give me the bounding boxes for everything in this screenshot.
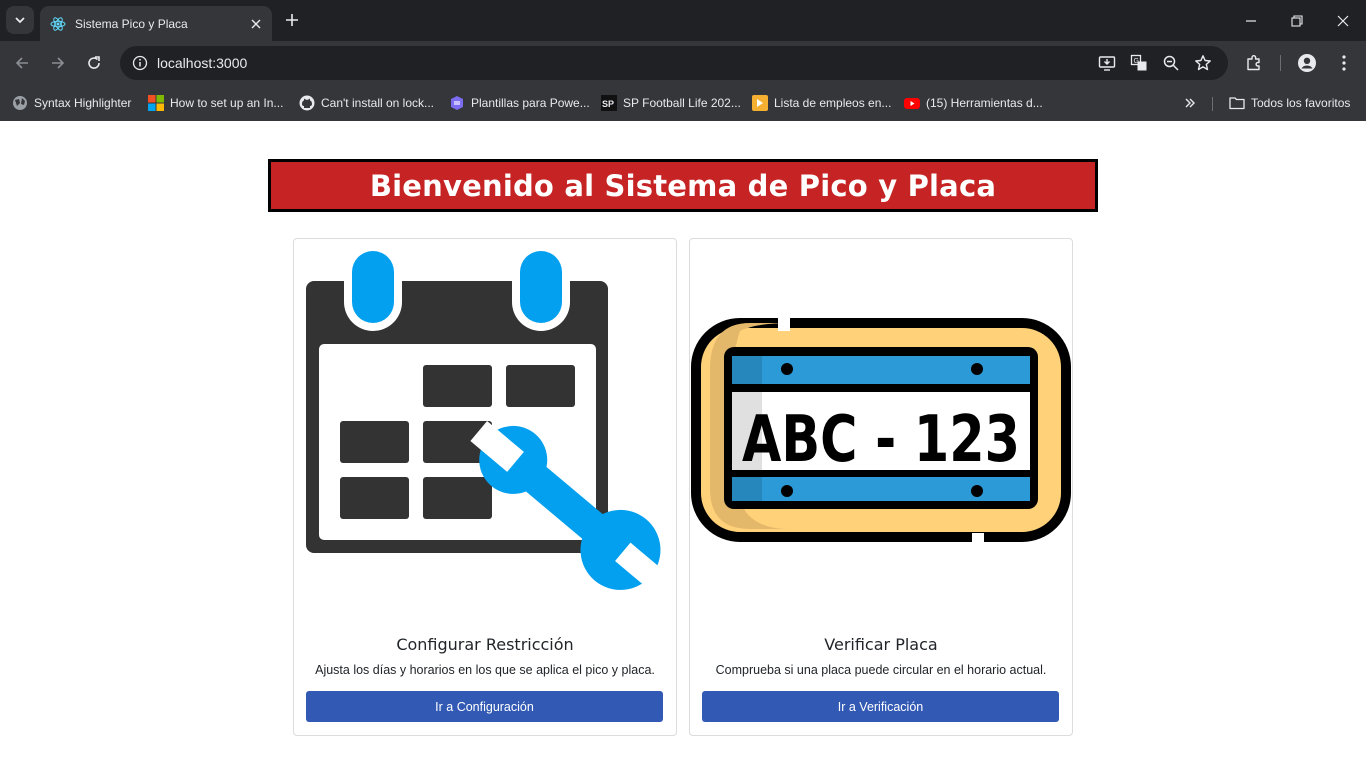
arrow-left-icon	[15, 57, 28, 69]
close-icon	[251, 19, 261, 28]
tab-title: Sistema Pico y Placa	[75, 16, 188, 31]
zoom-icon[interactable]	[1159, 51, 1183, 75]
config-card-title: Configurar Restricción	[396, 635, 574, 654]
jobs-icon	[752, 95, 768, 111]
youtube-icon	[904, 95, 920, 111]
bookmarks-bar: Syntax Highlighter How to set up an In..…	[0, 85, 1366, 121]
sp-icon: SP	[601, 95, 617, 111]
plus-icon	[286, 14, 298, 26]
bookmark-label: Plantillas para Powe...	[471, 96, 590, 110]
plate-text: ABC - 123	[742, 403, 1020, 477]
bookmark-label: (15) Herramientas d...	[926, 96, 1043, 110]
verify-card-description: Comprueba si una placa puede circular en…	[715, 663, 1047, 677]
bookmark-item[interactable]: SP SP Football Life 202...	[601, 91, 741, 115]
bookmark-item[interactable]: Can't install on lock...	[299, 91, 434, 115]
bookmark-star-icon[interactable]	[1191, 51, 1215, 75]
more-bookmarks-button[interactable]	[1178, 91, 1202, 115]
microsoft-icon	[148, 95, 164, 111]
arrow-right-icon	[52, 57, 65, 69]
browser-tab-bar: Sistema Pico y Placa	[0, 0, 1366, 41]
restore-button[interactable]	[1274, 0, 1320, 41]
welcome-banner: Bienvenido al Sistema de Pico y Placa	[268, 159, 1098, 212]
browser-toolbar: localhost:3000 G	[0, 41, 1366, 85]
svg-text:SP: SP	[602, 99, 614, 109]
folder-icon	[1229, 95, 1245, 111]
bookmark-label: SP Football Life 202...	[623, 96, 741, 110]
go-to-config-button[interactable]: Ir a Configuración	[306, 691, 663, 722]
bookmark-item[interactable]: Syntax Highlighter	[12, 91, 131, 115]
toolbar-divider	[1280, 55, 1281, 71]
minimize-icon	[1246, 19, 1256, 22]
tab-close-button[interactable]	[244, 12, 268, 36]
forward-button[interactable]	[44, 49, 72, 77]
calendar-wrench-icon	[306, 249, 668, 592]
back-button[interactable]	[8, 49, 36, 77]
install-app-icon[interactable]	[1095, 51, 1119, 75]
bookmark-item[interactable]: How to set up an In...	[148, 91, 283, 115]
new-tab-button[interactable]	[280, 8, 304, 32]
close-icon	[1337, 15, 1349, 26]
page-title: Bienvenido al Sistema de Pico y Placa	[369, 168, 997, 203]
translate-icon[interactable]: G	[1127, 51, 1151, 75]
page-content: Bienvenido al Sistema de Pico y Placa Co…	[0, 121, 1366, 768]
svg-text:G: G	[1134, 58, 1139, 65]
tab-search-button[interactable]	[6, 6, 34, 34]
active-tab[interactable]: Sistema Pico y Placa	[40, 6, 272, 41]
close-window-button[interactable]	[1320, 0, 1366, 41]
bookmarks-divider	[1212, 97, 1213, 111]
all-bookmarks-folder[interactable]: Todos los favoritos	[1229, 91, 1350, 115]
globe-icon	[12, 95, 28, 111]
bookmark-item[interactable]: (15) Herramientas d...	[904, 91, 1043, 115]
bookmark-label: Can't install on lock...	[321, 96, 435, 110]
reload-button[interactable]	[80, 49, 108, 77]
menu-kebab-icon[interactable]	[1330, 49, 1358, 77]
site-info-icon[interactable]	[128, 51, 152, 75]
chevron-down-icon	[15, 17, 25, 24]
verify-card: ABC - 123 Verificar Placa Comprueba si u…	[689, 238, 1073, 736]
verify-card-title: Verificar Placa	[824, 635, 938, 654]
config-card-description: Ajusta los días y horarios en los que se…	[315, 663, 655, 677]
go-to-verify-button[interactable]: Ir a Verificación	[702, 691, 1059, 722]
address-bar[interactable]: localhost:3000 G	[120, 46, 1228, 80]
extensions-icon[interactable]	[1240, 49, 1268, 77]
profile-avatar-icon[interactable]	[1293, 49, 1321, 77]
double-chevron-right-icon	[1185, 98, 1195, 108]
reload-icon	[88, 56, 100, 69]
license-plate-icon: ABC - 123	[691, 315, 1071, 549]
restore-icon	[1291, 14, 1303, 27]
minimize-button[interactable]	[1228, 0, 1274, 41]
bookmark-label: Syntax Highlighter	[34, 96, 132, 110]
url-text[interactable]: localhost:3000	[157, 55, 247, 71]
config-card: Configurar Restricción Ajusta los días y…	[293, 238, 677, 736]
react-icon	[50, 16, 66, 32]
bookmark-item[interactable]: Lista de empleos en...	[752, 91, 891, 115]
template-icon	[449, 95, 465, 111]
bookmark-label: How to set up an In...	[170, 96, 284, 110]
github-icon	[299, 95, 315, 111]
bookmark-label: Lista de empleos en...	[774, 96, 892, 110]
all-bookmarks-label: Todos los favoritos	[1251, 96, 1351, 110]
bookmark-item[interactable]: Plantillas para Powe...	[449, 91, 590, 115]
